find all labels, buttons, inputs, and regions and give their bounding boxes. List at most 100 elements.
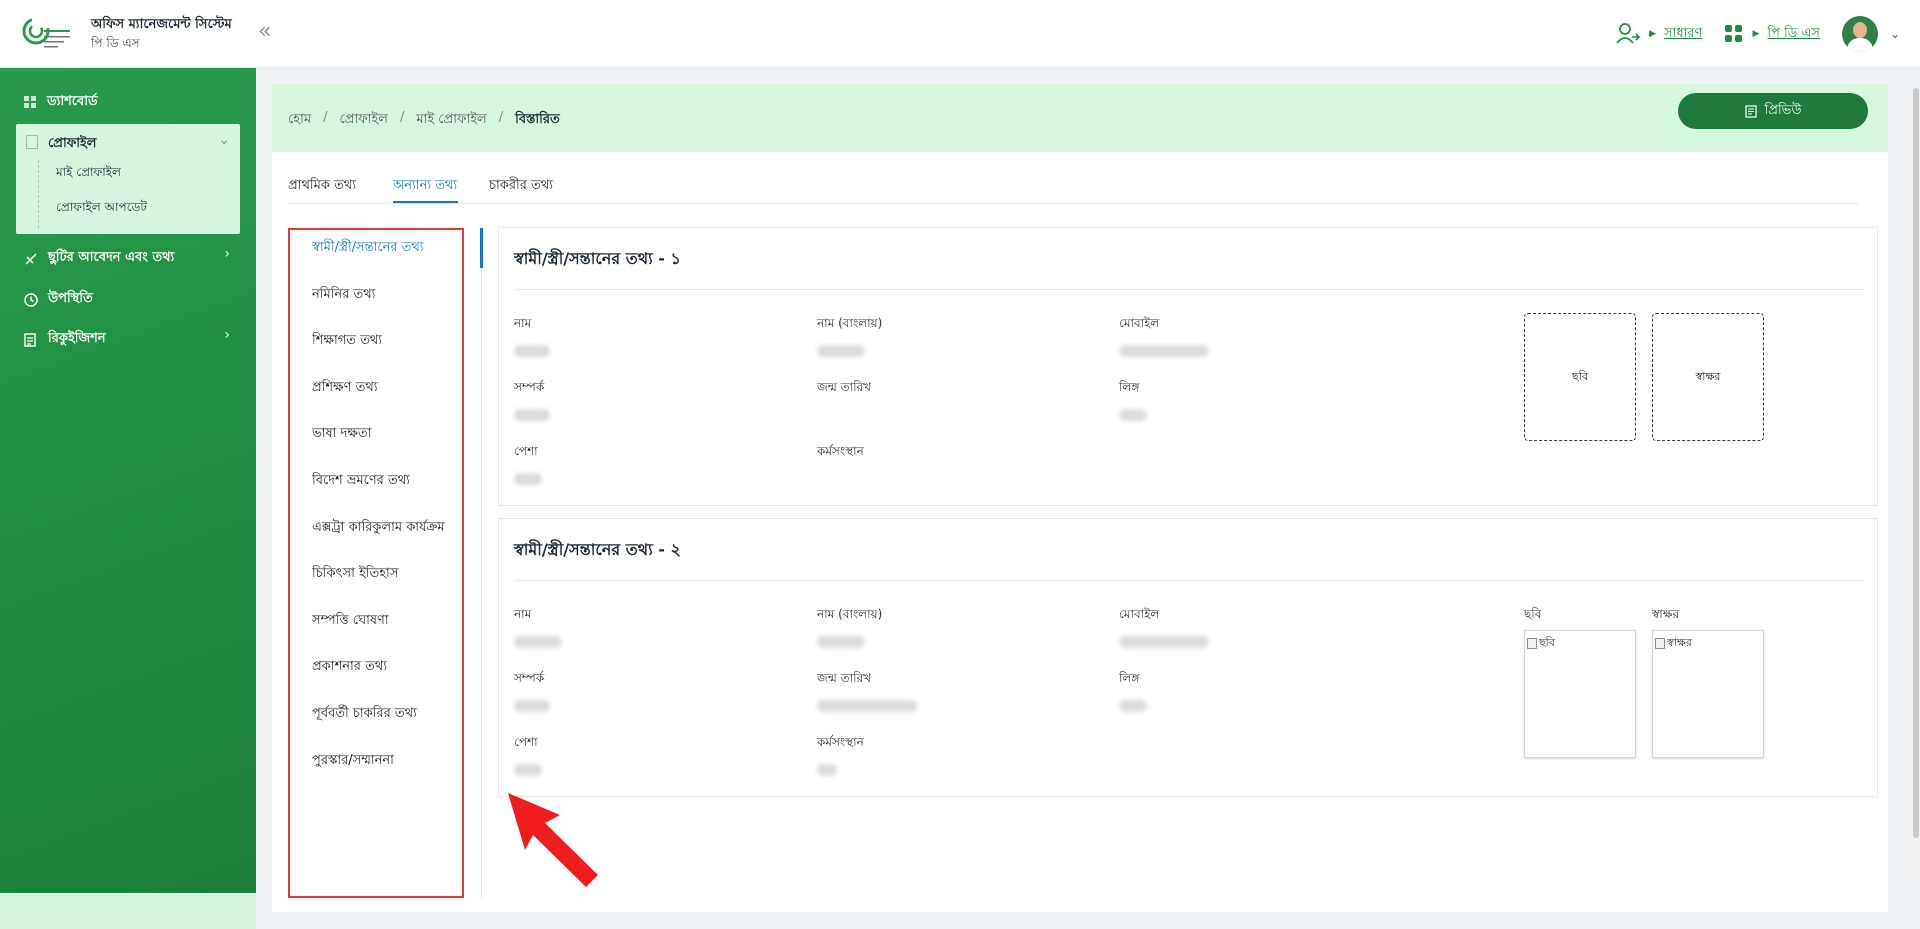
field-name: নাম bbox=[514, 606, 562, 648]
photo-placeholder: ছবি bbox=[1524, 313, 1636, 441]
breadcrumb-profile[interactable]: প্রোফাইল bbox=[339, 110, 387, 131]
sidebar-item-label: উপস্থিতি bbox=[48, 291, 93, 306]
profile-icon bbox=[26, 135, 38, 149]
chevron-down-icon: ⌄ bbox=[218, 132, 230, 148]
preview-button[interactable]: প্রিভিউ bbox=[1678, 93, 1868, 129]
blurred-value bbox=[817, 345, 865, 357]
requisition-icon bbox=[24, 332, 36, 347]
section-menu-item-extracurricular[interactable]: এক্সট্রা কারিকুলাম কার্যক্রম bbox=[312, 518, 445, 539]
section-menu-item-publication[interactable]: প্রকাশনার তথ্য bbox=[312, 657, 387, 678]
field-occupation: পেশা bbox=[514, 443, 542, 485]
sidebar-item-label: ছুটির আবেদন এবং তথ্য bbox=[48, 250, 175, 265]
section-menu-item-nominee[interactable]: নমিনির তথ্য bbox=[312, 285, 375, 306]
sidebar-item-label: ড্যাশবোর্ড bbox=[47, 94, 98, 109]
field-dob: জন্ম তারিখ bbox=[817, 380, 872, 394]
leave-icon bbox=[25, 252, 37, 265]
user-switch-icon[interactable] bbox=[1615, 21, 1641, 47]
blurred-value bbox=[817, 636, 865, 648]
app-title: অফিস ম্যানেজমেন্ট সিস্টেম bbox=[91, 17, 232, 32]
top-header: অফিস ম্যানেজমেন্ট সিস্টেম পি ডি এস « ▶ স… bbox=[0, 0, 1920, 68]
breadcrumb-my-profile[interactable]: মাই প্রোফাইল bbox=[416, 110, 486, 131]
section-menu-item-training[interactable]: প্রশিক্ষণ তথ্য bbox=[312, 378, 378, 399]
tab-basic-info[interactable]: প্রাথমিক তথ্য bbox=[288, 176, 356, 197]
preview-button-label: প্রিভিউ bbox=[1764, 102, 1802, 118]
role-link[interactable]: সাধারণ bbox=[1664, 24, 1702, 45]
field-relation: সম্পর্ক bbox=[514, 379, 550, 421]
field-gender: লিঙ্গ bbox=[1119, 670, 1147, 712]
sidebar-item-attendance[interactable]: উপস্থিতি bbox=[24, 289, 93, 310]
card-divider bbox=[514, 289, 1864, 290]
card-divider bbox=[514, 580, 1864, 581]
section-menu-item-previous-job[interactable]: পূর্ববর্তী চাকরির তথ্য bbox=[312, 704, 417, 725]
photo-label: ছবি bbox=[1524, 607, 1542, 621]
breadcrumb: হোম / প্রোফাইল / মাই প্রোফাইল / বিস্তারি… bbox=[288, 110, 560, 131]
user-avatar[interactable] bbox=[1841, 16, 1878, 52]
apps-grid-icon[interactable] bbox=[1724, 24, 1744, 44]
page-scrollbar[interactable] bbox=[1912, 84, 1920, 894]
field-dob: জন্ম তারিখ bbox=[817, 670, 917, 712]
blurred-value bbox=[1119, 409, 1147, 421]
module-link[interactable]: পি ডি এস bbox=[1767, 24, 1820, 45]
field-name-bangla: নাম (বাংলায়) bbox=[817, 606, 882, 648]
family-info-card-2: স্বামী/স্ত্রী/সন্তানের তথ্য - ২ নাম নাম … bbox=[498, 518, 1878, 797]
blurred-value bbox=[1119, 636, 1209, 648]
submenu-profile-update[interactable]: প্রোফাইল আপডেট bbox=[56, 199, 147, 219]
breadcrumb-separator: / bbox=[498, 110, 504, 125]
section-menu-item-education[interactable]: শিক্ষাগত তথ্য bbox=[312, 331, 382, 352]
tab-bar: প্রাথমিক তথ্য অন্যান্য তথ্য চাকরীর তথ্য bbox=[288, 172, 1858, 204]
caret-right-icon: ▶ bbox=[1649, 29, 1656, 39]
field-employment: কর্মসংস্থান bbox=[817, 444, 864, 458]
menu-divider bbox=[481, 228, 482, 898]
sidebar-item-requisition[interactable]: রিকুইজিশন bbox=[24, 329, 106, 350]
tab-job-info[interactable]: চাকরীর তথ্য bbox=[489, 176, 553, 197]
sidebar-item-label: রিকুইজিশন bbox=[48, 331, 106, 346]
authority-logo bbox=[22, 17, 70, 48]
field-occupation: পেশা bbox=[514, 734, 542, 776]
field-employment: কর্মসংস্থান bbox=[817, 734, 864, 776]
clock-icon bbox=[24, 292, 38, 307]
sidebar-item-profile[interactable]: প্রোফাইল ⌄ মাই প্রোফাইল প্রোফাইল আপডেট bbox=[16, 124, 240, 234]
photo-image: ছবি bbox=[1524, 630, 1636, 758]
submenu-my-profile[interactable]: মাই প্রোফাইল bbox=[56, 164, 121, 184]
blurred-value bbox=[514, 345, 550, 357]
submenu-guide-line bbox=[38, 160, 39, 228]
broken-image-icon bbox=[1527, 638, 1537, 649]
section-menu-item-awards[interactable]: পুরস্কার/সম্মাননা bbox=[312, 751, 394, 772]
field-mobile: মোবাইল bbox=[1119, 606, 1209, 648]
sidebar-item-label: প্রোফাইল bbox=[48, 136, 97, 151]
section-menu-item-assets[interactable]: সম্পত্তি ঘোষণা bbox=[312, 611, 389, 632]
chevron-right-icon: › bbox=[224, 246, 230, 262]
chevron-right-icon: › bbox=[224, 327, 230, 343]
broken-image-icon bbox=[1655, 638, 1665, 649]
blurred-value bbox=[514, 700, 550, 712]
field-name: নাম bbox=[514, 315, 550, 357]
breadcrumb-home[interactable]: হোম bbox=[288, 110, 311, 131]
blurred-value bbox=[514, 409, 550, 421]
section-menu-item-medical[interactable]: চিকিৎসা ইতিহাস bbox=[312, 564, 398, 585]
section-menu-item-foreign-travel[interactable]: বিদেশ ভ্রমণের তথ্য bbox=[312, 471, 410, 492]
sidebar-item-leave[interactable]: ছুটির আবেদন এবং তথ্য bbox=[24, 248, 234, 269]
chevron-down-icon[interactable]: ⌄ bbox=[1890, 27, 1900, 41]
tab-other-info[interactable]: অন্যান্য তথ্য bbox=[393, 176, 457, 197]
signature-label: স্বাক্ষর bbox=[1652, 607, 1680, 621]
field-relation: সম্পর্ক bbox=[514, 670, 550, 712]
caret-right-icon: ▶ bbox=[1752, 29, 1760, 39]
card-title: স্বামী/স্ত্রী/সন্তানের তথ্য - ১ bbox=[514, 249, 681, 268]
section-menu: স্বামী/স্ত্রী/সন্তানের তথ্য নমিনির তথ্য … bbox=[288, 228, 464, 898]
sidebar-collapse-button[interactable]: « bbox=[258, 20, 271, 44]
annotation-arrow-icon bbox=[508, 793, 598, 887]
field-mobile: মোবাইল bbox=[1119, 315, 1209, 357]
field-name-bangla: নাম (বাংলায়) bbox=[817, 315, 882, 357]
sidebar-item-dashboard[interactable]: ড্যাশবোর্ড bbox=[24, 92, 98, 113]
section-menu-item-family[interactable]: স্বামী/স্ত্রী/সন্তানের তথ্য bbox=[312, 238, 424, 259]
breadcrumb-bar: হোম / প্রোফাইল / মাই প্রোফাইল / বিস্তারি… bbox=[272, 84, 1888, 152]
family-info-card-1: স্বামী/স্ত্রী/সন্তানের তথ্য - ১ নাম নাম … bbox=[498, 227, 1878, 506]
breadcrumb-separator: / bbox=[399, 110, 405, 125]
sidebar-footer bbox=[0, 893, 256, 929]
blurred-value bbox=[514, 473, 542, 485]
breadcrumb-current: বিস্তারিত bbox=[515, 112, 560, 127]
header-actions: ▶ সাধারণ ▶ পি ডি এস ⌄ bbox=[1615, 16, 1900, 52]
section-menu-item-language[interactable]: ভাষা দক্ষতা bbox=[312, 424, 371, 445]
sidebar: ড্যাশবোর্ড প্রোফাইল ⌄ মাই প্রোফাইল প্রোফ… bbox=[0, 68, 256, 929]
signature-image: স্বাক্ষর bbox=[1652, 630, 1764, 758]
